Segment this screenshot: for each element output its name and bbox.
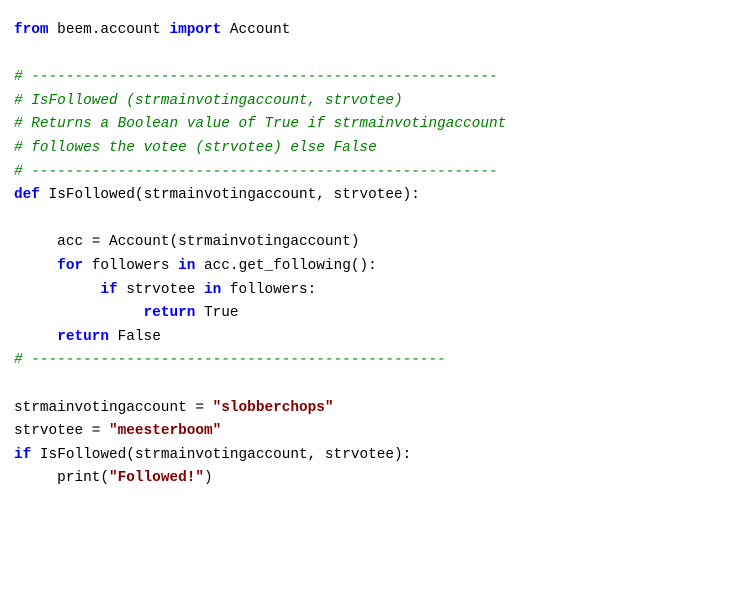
- code-operator: ,: [316, 187, 325, 204]
- code-comment: # --------------------------------------…: [14, 352, 446, 369]
- code-line: # --------------------------------------…: [14, 349, 745, 373]
- code-line: for followers in acc.get_following():: [14, 255, 745, 279]
- code-comment: # --------------------------------------…: [14, 163, 498, 180]
- code-keyword: from: [14, 22, 49, 38]
- code-text: acc.get_following: [195, 257, 351, 274]
- code-string: "Followed!": [109, 470, 204, 487]
- code-comment: # Returns a Boolean value of True if str…: [14, 116, 507, 133]
- code-comment: # followes the votee (strvotee) else Fal…: [14, 139, 377, 156]
- code-text: strvotee: [316, 446, 395, 463]
- code-line: return True: [14, 302, 745, 326]
- code-line: # IsFollowed (strmainvotingaccount, strv…: [14, 90, 745, 114]
- code-text: Account: [221, 22, 291, 38]
- code-keyword: in: [204, 281, 222, 298]
- code-comment: # --------------------------------------…: [14, 69, 498, 86]
- code-operator: (: [169, 234, 179, 251]
- code-text: followers: [221, 281, 308, 298]
- code-operator: ():: [350, 257, 377, 274]
- code-line: def IsFollowed(strmainvotingaccount, str…: [14, 184, 745, 208]
- code-operator: =: [195, 399, 204, 416]
- code-text: Account: [100, 234, 170, 251]
- code-line: acc = Account(strmainvotingaccount): [14, 231, 745, 255]
- code-keyword: def: [14, 187, 40, 204]
- code-editor: from beem.account import Account # -----…: [14, 19, 745, 491]
- code-line: return False: [14, 326, 745, 350]
- code-text: print: [14, 470, 101, 487]
- code-operator: ): [204, 470, 213, 487]
- code-text: strmainvotingaccount: [134, 446, 308, 463]
- code-keyword: if: [100, 281, 118, 298]
- code-text: strvotee: [117, 281, 204, 298]
- code-line: # --------------------------------------…: [14, 161, 745, 185]
- code-line: from beem.account import Account: [14, 19, 745, 43]
- code-operator: (: [126, 446, 135, 463]
- code-operator: ):: [402, 187, 420, 204]
- code-operator: ,: [307, 446, 317, 463]
- code-keyword: in: [178, 257, 196, 274]
- code-operator: :: [307, 281, 317, 298]
- code-string: "slobberchops": [212, 399, 334, 416]
- code-text: IsFollowed: [31, 446, 127, 463]
- code-line: # --------------------------------------…: [14, 66, 745, 90]
- code-line: if IsFollowed(strmainvotingaccount, strv…: [14, 444, 745, 468]
- code-text: IsFollowed: [39, 187, 135, 204]
- code-keyword: return: [143, 305, 196, 322]
- code-text: acc: [14, 234, 92, 251]
- code-keyword: import: [169, 22, 222, 38]
- code-text: False: [109, 328, 161, 345]
- code-text: followers: [83, 257, 179, 274]
- code-text: beem.account: [48, 22, 170, 38]
- code-line: print("Followed!"): [14, 467, 745, 491]
- code-operator: (: [134, 187, 144, 204]
- code-text: strvotee: [324, 187, 403, 204]
- code-text: strmainvotingaccount: [14, 399, 196, 416]
- code-keyword: return: [57, 328, 110, 345]
- code-line: strvotee = "meesterboom": [14, 420, 745, 444]
- code-line: # Returns a Boolean value of True if str…: [14, 113, 745, 137]
- code-string: "meesterboom": [109, 423, 222, 440]
- code-keyword: for: [57, 257, 84, 274]
- code-line: strmainvotingaccount = "slobberchops": [14, 397, 745, 421]
- code-text: True: [195, 305, 239, 322]
- code-line: # followes the votee (strvotee) else Fal…: [14, 137, 745, 161]
- code-line: if strvotee in followers:: [14, 279, 745, 303]
- code-operator: ):: [394, 446, 412, 463]
- code-operator: ): [350, 234, 360, 251]
- code-keyword: if: [14, 446, 32, 463]
- code-operator: (: [100, 470, 109, 487]
- code-text: strmainvotingaccount: [178, 234, 351, 251]
- code-comment: # IsFollowed (strmainvotingaccount, strv…: [14, 92, 403, 109]
- code-text: strvotee: [14, 423, 92, 440]
- code-text: strmainvotingaccount: [143, 187, 317, 204]
